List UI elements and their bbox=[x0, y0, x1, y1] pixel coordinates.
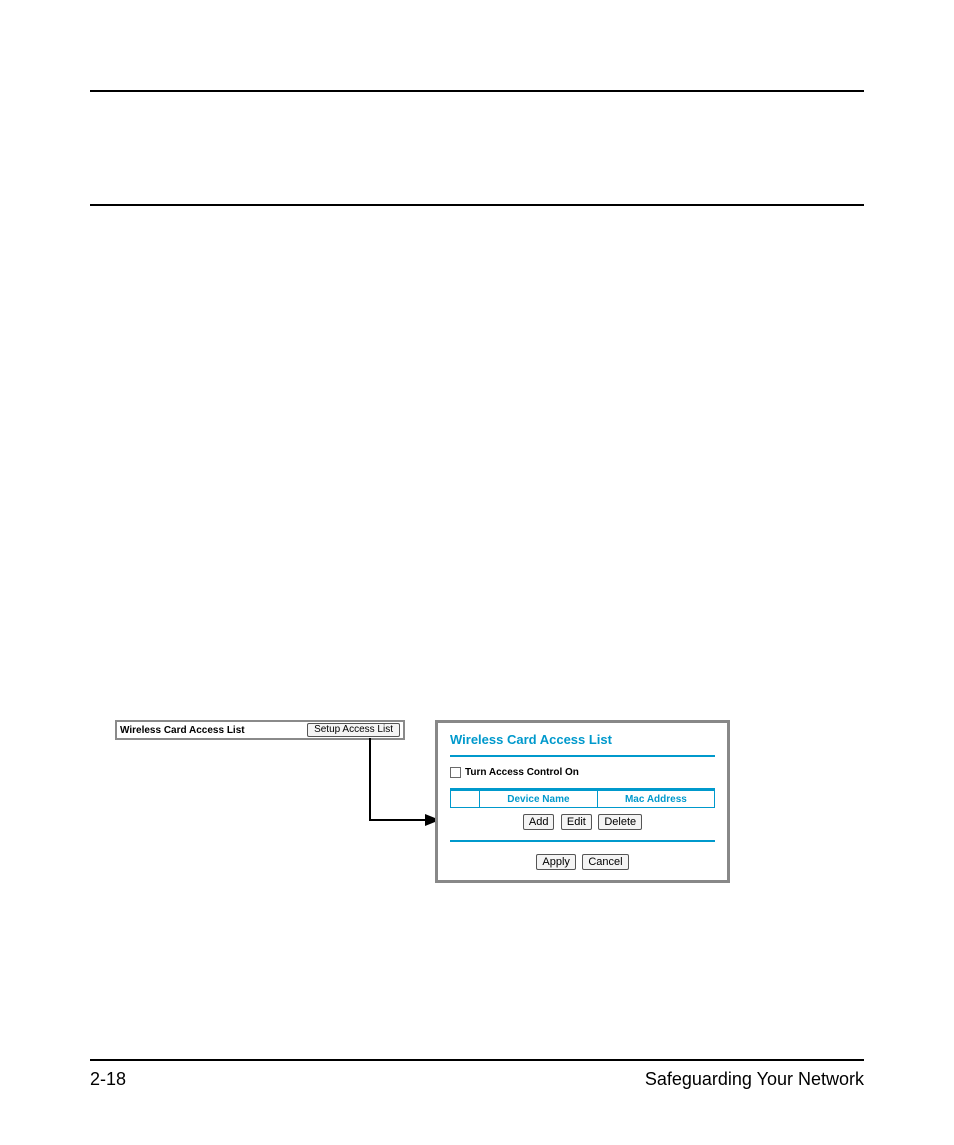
device-table: Device Name Mac Address bbox=[450, 790, 715, 808]
cancel-button[interactable]: Cancel bbox=[582, 854, 628, 870]
table-header-blank bbox=[451, 791, 480, 808]
table-header-row: Device Name Mac Address bbox=[451, 791, 715, 808]
edit-button[interactable]: Edit bbox=[561, 814, 592, 830]
dialog-title: Wireless Card Access List bbox=[450, 732, 715, 747]
document-page: Wireless Card Access List Setup Access L… bbox=[0, 0, 954, 1145]
table-header-mac: Mac Address bbox=[597, 791, 714, 808]
turn-access-control-label: Turn Access Control On bbox=[465, 767, 579, 778]
page-number: 2-18 bbox=[90, 1069, 126, 1090]
setup-access-list-button[interactable]: Setup Access List bbox=[307, 723, 400, 737]
table-header-device: Device Name bbox=[480, 791, 598, 808]
wireless-card-access-list-mini-panel: Wireless Card Access List Setup Access L… bbox=[115, 720, 405, 740]
add-button[interactable]: Add bbox=[523, 814, 555, 830]
section-title: Safeguarding Your Network bbox=[645, 1069, 864, 1090]
apply-button[interactable]: Apply bbox=[536, 854, 576, 870]
table-button-row: Add Edit Delete bbox=[450, 812, 715, 830]
page-footer: 2-18 Safeguarding Your Network bbox=[90, 1059, 864, 1090]
delete-button[interactable]: Delete bbox=[598, 814, 642, 830]
figure-wireless-access-list: Wireless Card Access List Setup Access L… bbox=[115, 720, 765, 900]
dialog-action-row: Apply Cancel bbox=[450, 852, 715, 870]
dialog-separator-bottom bbox=[450, 840, 715, 842]
mini-panel-label: Wireless Card Access List bbox=[120, 725, 245, 736]
footer-rule bbox=[90, 1059, 864, 1061]
turn-access-control-checkbox[interactable] bbox=[450, 767, 461, 778]
dialog-separator-top bbox=[450, 755, 715, 757]
sub-header-rule bbox=[90, 204, 864, 206]
wireless-card-access-list-dialog: Wireless Card Access List Turn Access Co… bbox=[435, 720, 730, 883]
header-rule bbox=[90, 90, 864, 92]
footer-row: 2-18 Safeguarding Your Network bbox=[90, 1069, 864, 1090]
access-control-row: Turn Access Control On bbox=[450, 767, 715, 778]
arrow-icon bbox=[340, 738, 450, 848]
